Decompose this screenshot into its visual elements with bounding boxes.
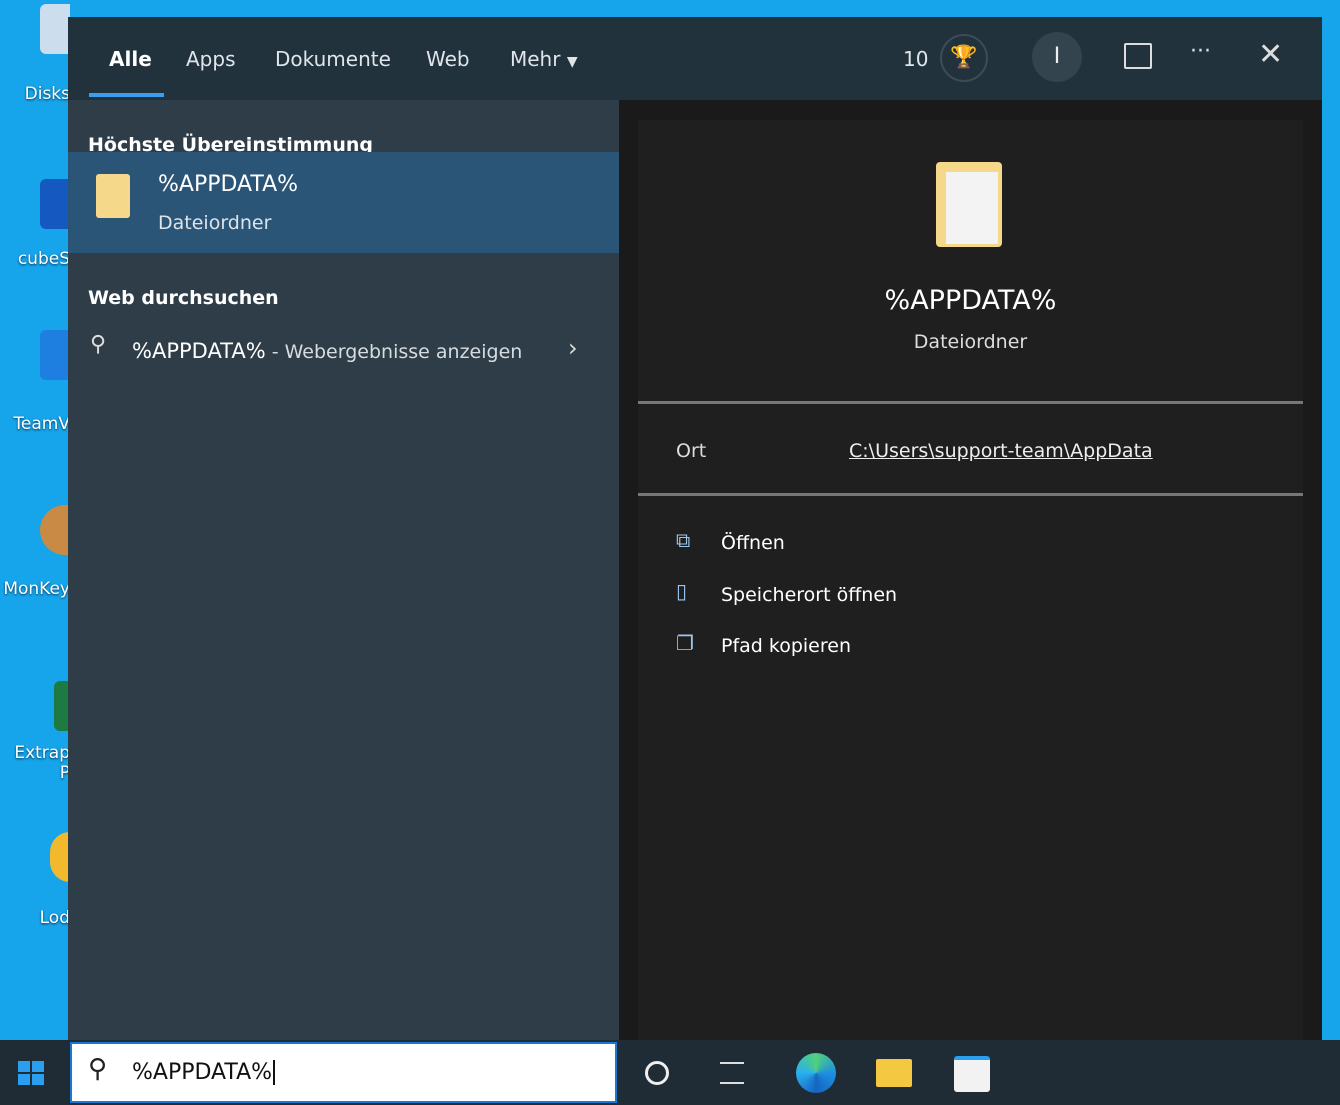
tab-apps[interactable]: Apps <box>186 47 236 71</box>
tab-alle[interactable]: Alle <box>109 47 152 71</box>
desktop-icon-label: TeamV <box>13 414 70 434</box>
desktop-icon-lod[interactable]: Lod <box>0 832 70 928</box>
tab-dokumente[interactable]: Dokumente <box>275 47 391 71</box>
desktop-icon-label: MonKey <box>3 579 70 599</box>
avatar[interactable]: I <box>1032 32 1082 82</box>
tab-mehr-label: Mehr <box>510 47 561 71</box>
search-icon: ⚲ <box>88 1054 108 1084</box>
search-header: Alle Apps Dokumente Web Mehr ▼ 10 🏆 I ··… <box>68 17 1322 100</box>
action-label: Speicherort öffnen <box>721 584 898 606</box>
best-match-item[interactable]: %APPDATA% Dateiordner <box>68 152 619 253</box>
location-label: Ort <box>676 440 707 462</box>
edge-icon[interactable] <box>796 1053 836 1093</box>
search-box[interactable]: ⚲ %APPDATA% <box>70 1042 617 1103</box>
web-suffix: - Webergebnisse anzeigen <box>265 341 523 363</box>
active-tab-indicator <box>89 93 164 97</box>
chevron-right-icon: › <box>568 334 578 362</box>
folder-icon-large <box>936 162 1002 247</box>
close-icon[interactable]: ✕ <box>1258 37 1283 72</box>
desktop-icon-label: Disks <box>24 84 70 104</box>
web-search-item[interactable]: ⚲ %APPDATA% - Webergebnisse anzeigen › <box>68 322 619 372</box>
best-match-title: %APPDATA% <box>158 172 299 197</box>
copy-icon: ❐ <box>676 631 694 655</box>
results-pane: Höchste Übereinstimmung %APPDATA% Dateio… <box>68 100 619 1040</box>
search-panel: Alle Apps Dokumente Web Mehr ▼ 10 🏆 I ··… <box>68 17 1322 1040</box>
preview-type: Dateiordner <box>913 331 1028 353</box>
desktop-icon-monkey[interactable]: MonKey <box>0 505 70 599</box>
search-icon: ⚲ <box>90 332 107 357</box>
open-icon: ⧉ <box>676 528 691 552</box>
avatar-initial: I <box>1053 44 1061 69</box>
trophy-icon[interactable]: 🏆 <box>940 34 988 82</box>
rewards-points: 10 <box>903 47 929 71</box>
chevron-down-icon: ▼ <box>566 54 578 70</box>
desktop-icon-label: cubeS <box>17 249 70 269</box>
taskbar: ⚲ %APPDATA% <box>0 1040 1340 1105</box>
desktop-icon-excel[interactable]: Extrap P <box>0 681 70 783</box>
file-explorer-icon[interactable] <box>876 1059 912 1087</box>
cortana-icon[interactable] <box>645 1061 669 1085</box>
divider <box>638 493 1303 496</box>
folder-location-icon: ▯ <box>676 579 688 603</box>
action-label: Pfad kopieren <box>721 635 851 657</box>
desktop-icon-disks[interactable]: Disks <box>0 4 70 104</box>
tab-web[interactable]: Web <box>426 47 470 71</box>
preview-title: %APPDATA% <box>884 285 1057 316</box>
web-search-heading: Web durchsuchen <box>88 287 279 309</box>
feedback-icon[interactable] <box>1124 43 1152 69</box>
desktop-icon-cube[interactable]: cubeS <box>0 179 70 269</box>
desktop-icon-label: Extrap <box>14 743 70 763</box>
tab-mehr[interactable]: Mehr ▼ <box>510 47 578 71</box>
windows-start-icon[interactable] <box>18 1061 44 1085</box>
folder-icon <box>96 174 130 218</box>
divider <box>638 401 1303 404</box>
desktop-icon-label: Lod <box>39 908 70 928</box>
search-input[interactable]: %APPDATA% <box>132 1060 276 1085</box>
store-icon[interactable] <box>954 1056 990 1092</box>
action-label: Öffnen <box>721 532 785 554</box>
preview-pane: %APPDATA% Dateiordner Ort C:\Users\suppo… <box>638 120 1303 1040</box>
best-match-type: Dateiordner <box>158 212 272 234</box>
desktop-icon-teamviewer[interactable]: TeamV <box>0 330 70 434</box>
task-view-icon[interactable] <box>720 1062 744 1084</box>
location-link[interactable]: C:\Users\support-team\AppData <box>849 440 1153 462</box>
web-query: %APPDATA% <box>132 339 266 363</box>
more-options-icon[interactable]: ··· <box>1190 39 1211 64</box>
